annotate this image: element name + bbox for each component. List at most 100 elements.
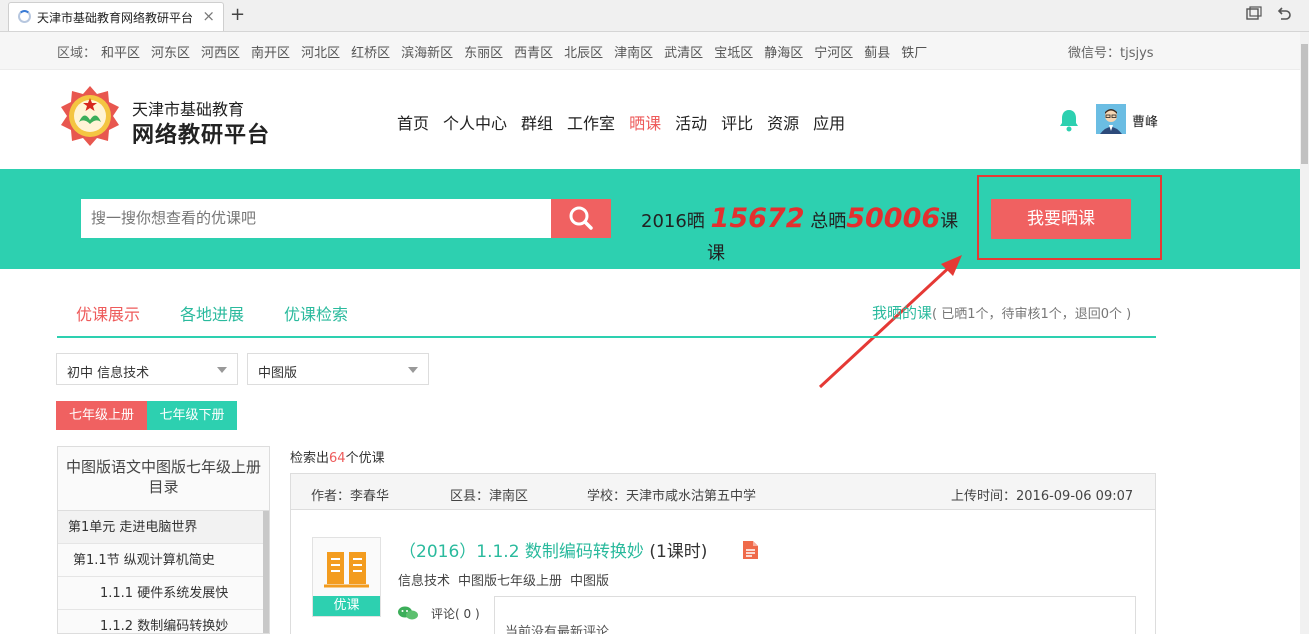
- catalog-unit[interactable]: 第1单元 走进电脑世界: [58, 511, 269, 544]
- course-badge: 优课: [313, 596, 380, 616]
- search-button[interactable]: [551, 199, 611, 238]
- tab-title: 天津市基础教育网络教研平台: [37, 11, 194, 25]
- course-thumbnail[interactable]: 优课: [312, 537, 381, 617]
- nav-contests[interactable]: 评比: [721, 114, 753, 133]
- course-school: 学校：天津市咸水沽第五中学: [587, 489, 757, 504]
- edition-select-value: 中图版: [258, 366, 298, 381]
- catalog-title: 中图版语文中图版七年级上册目录: [58, 447, 269, 511]
- subject-select[interactable]: 初中 信息技术: [56, 353, 238, 385]
- course-tags: 信息技术 中图版七年级上册 中图版: [398, 570, 617, 589]
- region-link[interactable]: 河北区: [301, 46, 340, 61]
- region-link[interactable]: 河东区: [151, 46, 190, 61]
- nav-personal-center[interactable]: 个人中心: [443, 114, 507, 133]
- book-icon: [324, 552, 369, 588]
- region-link[interactable]: 西青区: [514, 46, 553, 61]
- nav-resources[interactable]: 资源: [767, 114, 799, 133]
- comment-empty-text: 当前没有最新评论: [505, 625, 610, 634]
- result-count: 检索出64个优课: [290, 447, 385, 466]
- loading-spinner-icon: [18, 10, 31, 23]
- page-scrollbar-thumb[interactable]: [1301, 44, 1308, 164]
- course-stats: 2016晒 15672 总晒50006课: [641, 203, 958, 234]
- course-author: 作者：李春华: [311, 489, 390, 504]
- edition-select[interactable]: 中图版: [247, 353, 429, 385]
- stat-prefix: 2016晒: [641, 211, 705, 232]
- catalog-panel: 中图版语文中图版七年级上册目录 第1单元 走进电脑世界 第1.1节 纵观计算机简…: [57, 446, 270, 634]
- document-icon[interactable]: [741, 540, 759, 564]
- catalog-section[interactable]: 第1.1节 纵观计算机简史: [58, 544, 269, 577]
- region-link[interactable]: 河西区: [201, 46, 240, 61]
- tab-regional-progress[interactable]: 各地进展: [180, 301, 244, 325]
- grade-7-lower-button[interactable]: 七年级下册: [147, 401, 237, 430]
- comment-count[interactable]: 评论( 0 ): [431, 605, 480, 622]
- grade-7-upper-button[interactable]: 七年级上册: [56, 401, 147, 430]
- region-link[interactable]: 武清区: [664, 46, 703, 61]
- avatar[interactable]: [1096, 104, 1126, 134]
- region-link[interactable]: 津南区: [614, 46, 653, 61]
- stat-2016-count: 15672: [710, 203, 805, 234]
- page-scrollbar[interactable]: [1300, 32, 1309, 634]
- stat-mid: 总晒: [810, 211, 847, 232]
- course-upload-time: 上传时间：2016-09-06 09:07: [951, 489, 1134, 504]
- close-tab-icon[interactable]: ×: [202, 7, 215, 25]
- region-link[interactable]: 蓟县: [864, 46, 890, 61]
- tab-course-showcase[interactable]: 优课展示: [76, 301, 140, 325]
- nav-home[interactable]: 首页: [397, 114, 429, 133]
- result-number: 64: [329, 451, 346, 466]
- browser-tab-bar: 天津市基础教育网络教研平台 × +: [0, 0, 1309, 32]
- wechat-id: 微信号：tjsjys: [1068, 46, 1154, 61]
- comment-box: 当前没有最新评论: [494, 596, 1136, 634]
- region-link[interactable]: 北辰区: [564, 46, 603, 61]
- my-courses-info: ( 已晒1个，待审核1个，退回0个 ): [932, 307, 1132, 322]
- course-tag: 中图版七年级上册: [458, 574, 563, 589]
- browser-tab[interactable]: 天津市基础教育网络教研平台 ×: [8, 2, 224, 31]
- stat-wrap-text: 课: [707, 243, 725, 264]
- region-link[interactable]: 南开区: [251, 46, 290, 61]
- logo-emblem-icon[interactable]: [57, 84, 123, 148]
- course-card-header: 作者：李春华 区县：津南区 学校：天津市咸水沽第五中学 上传时间：2016-09…: [291, 474, 1155, 510]
- username[interactable]: 曹峰: [1132, 111, 1158, 130]
- logo-title-line2: 网络教研平台: [132, 123, 271, 148]
- subject-select-value: 初中 信息技术: [67, 366, 150, 381]
- nav-apps[interactable]: 应用: [813, 114, 845, 133]
- share-course-button[interactable]: 我要晒课: [991, 199, 1131, 239]
- region-link[interactable]: 铁厂: [901, 46, 927, 61]
- region-bar: 区域： 和平区 河东区 河西区 南开区 河北区 红桥区 滨海新区 东丽区 西青区 北辰区 津南区 武清…: [0, 32, 1309, 70]
- my-courses-link[interactable]: 我晒的课( 已晒1个，待审核1个，退回0个 ): [872, 302, 1131, 323]
- main-nav: 首页 个人中心 群组 工作室 晒课 活动 评比 资源 应用: [397, 110, 859, 134]
- bell-icon[interactable]: [1058, 108, 1080, 136]
- region-link[interactable]: 红桥区: [351, 46, 390, 61]
- region-link[interactable]: 静海区: [764, 46, 803, 61]
- nav-studio[interactable]: 工作室: [567, 114, 615, 133]
- course-district: 区县：津南区: [450, 489, 529, 504]
- region-label: 区域：: [57, 46, 97, 61]
- my-courses-label[interactable]: 我晒的课: [872, 304, 932, 322]
- catalog-scrollbar[interactable]: [263, 511, 269, 633]
- window-list-icon[interactable]: [1246, 6, 1262, 26]
- course-title[interactable]: （2016）1.1.2 数制编码转换妙: [399, 542, 644, 562]
- course-title-link[interactable]: （2016）1.1.2 数制编码转换妙 (1课时): [399, 537, 707, 562]
- site-header: 天津市基础教育 网络教研平台 首页 个人中心 群组 工作室 晒课 活动 评比 资源 应用 曹峰: [0, 70, 1300, 169]
- region-link[interactable]: 宝坻区: [714, 46, 753, 61]
- new-tab-button[interactable]: +: [230, 4, 245, 25]
- region-link[interactable]: 宁河区: [814, 46, 853, 61]
- region-link[interactable]: 东丽区: [464, 46, 503, 61]
- nav-share-course[interactable]: 晒课: [629, 114, 661, 133]
- wechat-comment-icon: [397, 605, 419, 625]
- result-suffix: 个优课: [345, 451, 385, 466]
- catalog-lesson[interactable]: 1.1.1 硬件系统发展快: [58, 577, 269, 610]
- region-link[interactable]: 滨海新区: [401, 46, 453, 61]
- region-link[interactable]: 和平区: [101, 46, 140, 61]
- stat-suffix: 课: [940, 211, 959, 232]
- course-lessons: (1课时): [649, 542, 708, 562]
- chevron-down-icon: [217, 367, 227, 373]
- tab-course-search[interactable]: 优课检索: [284, 301, 348, 325]
- stat-total-count: 50006: [846, 203, 941, 234]
- catalog-lesson[interactable]: 1.1.2 数制编码转换妙: [58, 610, 269, 633]
- nav-groups[interactable]: 群组: [521, 114, 553, 133]
- course-tag: 中图版: [570, 574, 610, 589]
- nav-activities[interactable]: 活动: [675, 114, 707, 133]
- search-icon: [569, 206, 593, 230]
- search-input[interactable]: [81, 199, 551, 238]
- undo-icon[interactable]: [1276, 6, 1292, 26]
- course-tag: 信息技术: [398, 574, 451, 589]
